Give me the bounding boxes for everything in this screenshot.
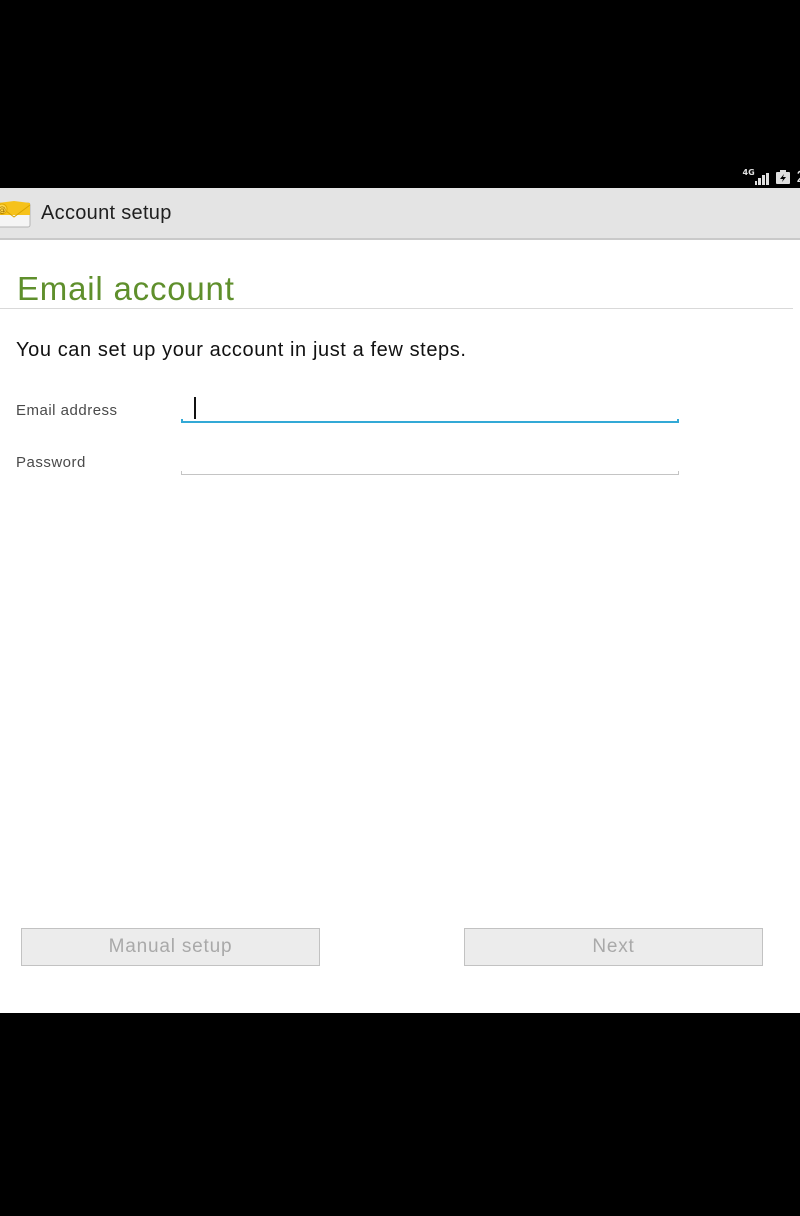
network-type-label: 4G bbox=[742, 168, 755, 177]
bottom-bezel bbox=[0, 1013, 800, 1216]
next-button[interactable]: Next bbox=[464, 928, 763, 966]
device-screen: 4G 2 @ Ac bbox=[0, 0, 800, 1216]
status-clock: 2 bbox=[797, 167, 800, 187]
account-setup-content: Email account You can set up your accoun… bbox=[0, 240, 800, 1013]
email-label: Email address bbox=[16, 402, 118, 419]
action-bar-title: Account setup bbox=[41, 202, 172, 224]
title-divider bbox=[0, 308, 793, 309]
text-cursor bbox=[194, 397, 196, 419]
password-label: Password bbox=[16, 454, 86, 471]
manual-setup-button[interactable]: Manual setup bbox=[21, 928, 320, 966]
status-icons: 4G 2 bbox=[743, 166, 800, 188]
svg-text:@: @ bbox=[0, 205, 6, 214]
battery-charging-icon bbox=[775, 169, 791, 185]
page-title: Email account bbox=[17, 270, 235, 307]
email-app-icon[interactable]: @ bbox=[0, 197, 32, 231]
password-field-underline bbox=[181, 471, 679, 475]
status-bar: 4G 2 bbox=[0, 166, 800, 188]
network-signal-icon: 4G bbox=[742, 168, 769, 185]
intro-text: You can set up your account in just a fe… bbox=[16, 339, 467, 361]
action-bar: @ Account setup bbox=[0, 188, 800, 240]
email-field-underline bbox=[181, 419, 679, 423]
